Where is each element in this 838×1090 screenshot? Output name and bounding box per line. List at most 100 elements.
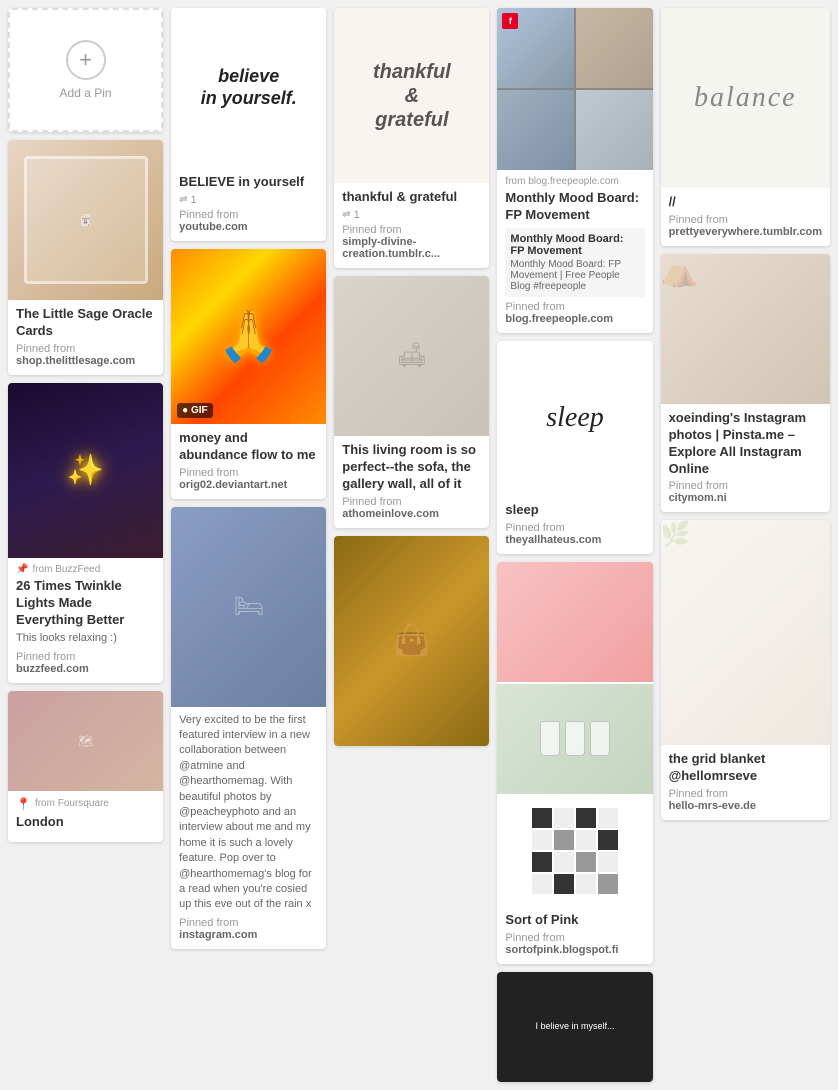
column-1: + Add a Pin 🃏 The Little Sage Oracle Car… — [8, 8, 163, 842]
twinkle-title: 26 Times Twinkle Lights Made Everything … — [16, 578, 155, 629]
believe-image: believein yourself. — [171, 8, 326, 168]
bedroom-image: 🛏 — [171, 507, 326, 707]
balance-title: // — [669, 194, 822, 211]
column-3: thankful&grateful thankful & grateful ⇌ … — [334, 8, 489, 746]
lakshmi-pinned-from-url: orig02.deviantart.net — [179, 479, 318, 491]
london-pin[interactable]: 🗺 📍 from Foursquare London — [8, 691, 163, 842]
moodboard-overlay-desc: Monthly Mood Board: FP Movement | Free P… — [510, 259, 639, 292]
bedroom-pinned-from-url: instagram.com — [179, 929, 318, 941]
london-image: 🗺 — [8, 691, 163, 791]
balance-image: balance — [661, 8, 830, 188]
moodboard-pinned-from: Pinned from — [505, 301, 644, 313]
lakshmi-image: 🙏 — [171, 249, 326, 424]
column-5: balance // Pinned from prettyeverywhere.… — [661, 8, 830, 820]
sleep-image: sleep — [497, 341, 652, 496]
moodboard-pinned-from-url: blog.freepeople.com — [505, 313, 644, 325]
oracle-title: The Little Sage Oracle Cards — [16, 306, 155, 340]
sleep-pinned-from: Pinned from — [505, 522, 644, 534]
livingroom-pinned-from-url: athomeinlove.com — [342, 508, 481, 520]
foursquare-from-label: from Foursquare — [35, 798, 109, 809]
sleep-title: sleep — [505, 502, 644, 519]
oracle-pinned-from-label: Pinned from — [16, 343, 155, 355]
sort-of-pink-title: Sort of Pink — [505, 912, 644, 929]
grid-blanket-title: the grid blanket @hellomrseve — [669, 751, 822, 785]
instagram-pinned-from: Pinned from — [669, 480, 822, 492]
moodboard-grid — [497, 8, 652, 170]
wallet-pin[interactable]: 👜 — [334, 536, 489, 746]
add-pin-card[interactable]: + Add a Pin — [8, 8, 163, 132]
add-pin-label: Add a Pin — [60, 86, 112, 100]
bedroom-pinned-from: Pinned from — [179, 917, 318, 929]
column-2: believein yourself. BELIEVE in yourself … — [171, 8, 326, 949]
sort-of-pink-images — [497, 562, 652, 906]
lakshmi-pinned-from: Pinned from — [179, 467, 318, 479]
balance-pinned-from-url: prettyeverywhere.tumblr.com — [669, 226, 822, 238]
instagram-pin[interactable]: ⛺ xoeinding's Instagram photos | Pinsta.… — [661, 254, 830, 513]
jars-image — [497, 684, 652, 794]
thankful-image: thankful&grateful — [334, 8, 489, 183]
pink-image-top — [497, 562, 652, 682]
moodboard-overlay-title: Monthly Mood Board: FP Movement — [510, 233, 639, 257]
moodboard-title: Monthly Mood Board: FP Movement — [505, 190, 644, 224]
foursquare-badge: 📍 from Foursquare — [16, 797, 155, 811]
livingroom-pinned-from: Pinned from — [342, 496, 481, 508]
repin-icon: ⇌ — [179, 194, 187, 205]
buzzfeed-icon: 📌 — [16, 564, 28, 575]
lakshmi-title: money and abundance flow to me — [179, 430, 318, 464]
fp-from-label: from blog.freepeople.com — [505, 176, 618, 187]
instagram-pinned-from-url: citymom.ni — [669, 492, 822, 504]
thankful-title: thankful & grateful — [342, 189, 481, 206]
livingroom-pin[interactable]: 🛋 This living room is so perfect--the so… — [334, 276, 489, 528]
grid-blanket-pinned-from: Pinned from — [669, 788, 822, 800]
thankful-pin[interactable]: thankful&grateful thankful & grateful ⇌ … — [334, 8, 489, 268]
sleep-pinned-from-url: theyallhateus.com — [505, 534, 644, 546]
add-pin-icon: + — [66, 40, 106, 80]
twinkle-image: ✨ — [8, 383, 163, 558]
believe-repins: ⇌ 1 — [179, 194, 318, 206]
bedroom-desc: Very excited to be the first featured in… — [179, 713, 318, 913]
lakshmi-pin[interactable]: 🙏 ● GIF money and abundance flow to me P… — [171, 249, 326, 499]
fp-badge-icon: f — [502, 13, 518, 29]
moodboard-overlay-text: Monthly Mood Board: FP Movement Monthly … — [505, 228, 644, 297]
column-4: f from blog.freepeople.com Monthly Mood … — [497, 8, 652, 1082]
repin-icon-2: ⇌ — [342, 209, 350, 220]
oracle-image: 🃏 — [8, 140, 163, 300]
thankful-pinned-from-url: simply-divine-creation.tumblr.c... — [342, 236, 481, 260]
bedroom-pin[interactable]: 🛏 Very excited to be the first featured … — [171, 507, 326, 949]
dark-quote-image: I believe in myself... — [497, 972, 652, 1082]
buzzfeed-badge: 📌 from BuzzFeed — [16, 564, 155, 575]
thankful-pinned-from: Pinned from — [342, 224, 481, 236]
london-title: London — [16, 814, 155, 831]
pin-grid: + Add a Pin 🃏 The Little Sage Oracle Car… — [0, 0, 838, 1090]
moodboard-pin[interactable]: f from blog.freepeople.com Monthly Mood … — [497, 8, 652, 333]
believe-title: BELIEVE in yourself — [179, 174, 318, 191]
oracle-cards-pin[interactable]: 🃏 The Little Sage Oracle Cards Pinned fr… — [8, 140, 163, 375]
dark-quote-pin[interactable]: I believe in myself... — [497, 972, 652, 1082]
fp-from-badge: from blog.freepeople.com — [505, 176, 644, 187]
twinkle-lights-pin[interactable]: ✨ 📌 from BuzzFeed 26 Times Twinkle Light… — [8, 383, 163, 683]
twinkle-pinned-from-url: buzzfeed.com — [16, 663, 155, 675]
sort-of-pink-pinned-from: Pinned from — [505, 932, 644, 944]
twinkle-pinned-from-label: Pinned from — [16, 651, 155, 663]
thankful-repins: ⇌ 1 — [342, 209, 481, 221]
geometric-image — [497, 796, 652, 906]
believe-pinned-from: Pinned from — [179, 209, 318, 221]
grid-blanket-image: 🌿 — [661, 520, 830, 745]
sort-of-pink-pin[interactable]: Sort of Pink Pinned from sortofpink.blog… — [497, 562, 652, 964]
grid-blanket-pinned-from-url: hello-mrs-eve.de — [669, 800, 822, 812]
grid-blanket-pin[interactable]: 🌿 the grid blanket @hellomrseve Pinned f… — [661, 520, 830, 820]
livingroom-title: This living room is so perfect--the sofa… — [342, 442, 481, 493]
sleep-pin[interactable]: sleep sleep Pinned from theyallhateus.co… — [497, 341, 652, 554]
believe-pin[interactable]: believein yourself. BELIEVE in yourself … — [171, 8, 326, 241]
wallet-image: 👜 — [334, 536, 489, 746]
balance-pinned-from: Pinned from — [669, 214, 822, 226]
foursquare-icon: 📍 — [16, 797, 31, 811]
oracle-pinned-from-url: shop.thelittlesage.com — [16, 355, 155, 367]
livingroom-image: 🛋 — [334, 276, 489, 436]
gif-badge: ● GIF — [177, 403, 212, 418]
buzzfeed-from-label: from BuzzFeed — [32, 564, 100, 575]
balance-pin[interactable]: balance // Pinned from prettyeverywhere.… — [661, 8, 830, 246]
instagram-title: xoeinding's Instagram photos | Pinsta.me… — [669, 410, 822, 478]
sort-of-pink-pinned-from-url: sortofpink.blogspot.fi — [505, 944, 644, 956]
teepee-image: ⛺ — [661, 254, 830, 404]
